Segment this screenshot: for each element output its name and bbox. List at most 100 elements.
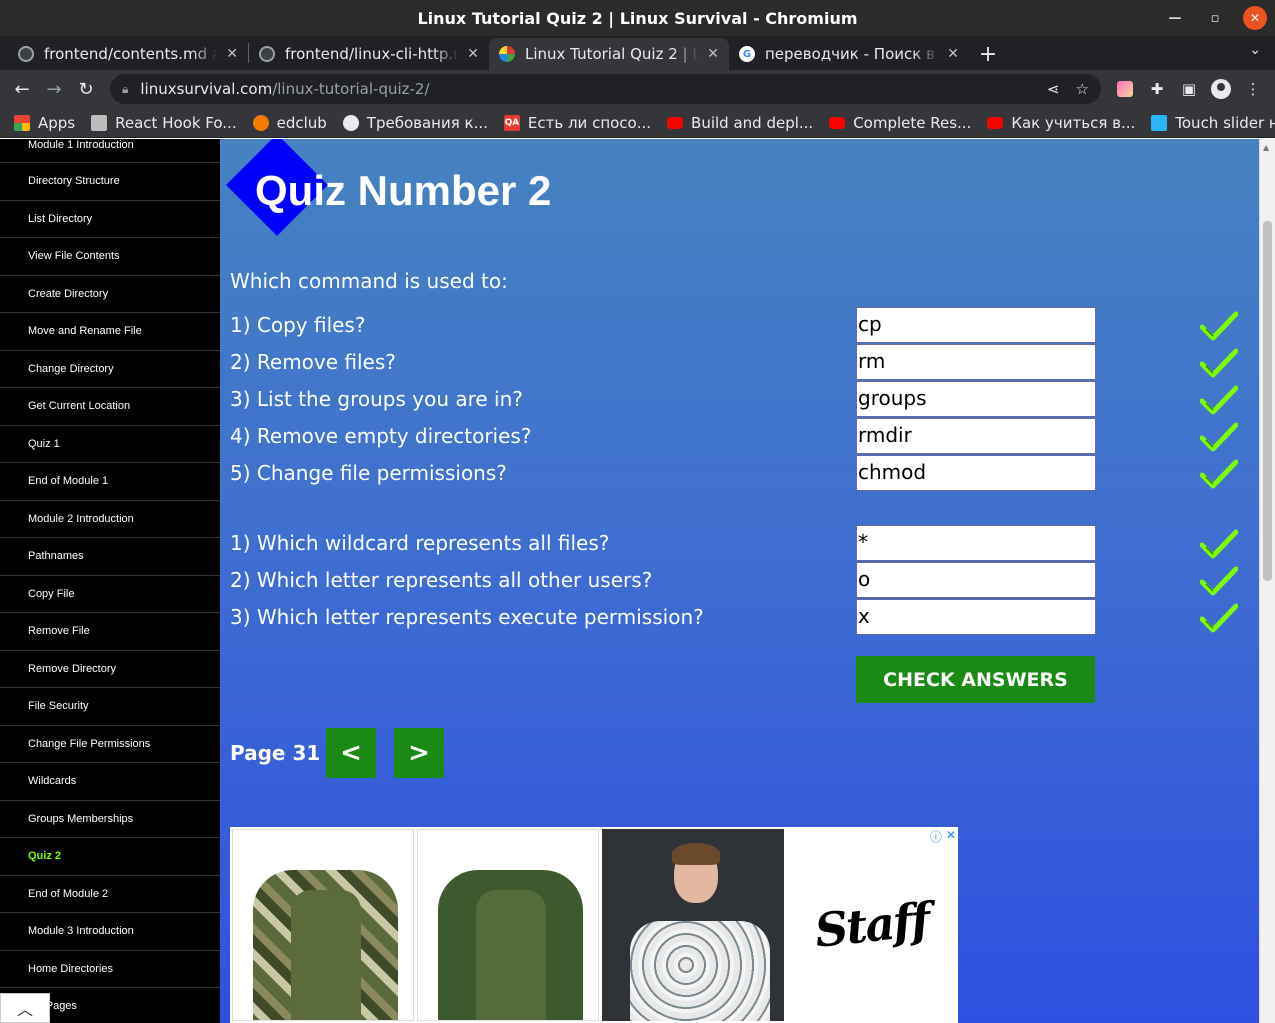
sidebar-item[interactable]: Move and Rename File [0,313,220,351]
page-scrollbar[interactable]: ▲ [1259,139,1275,1023]
answer-input[interactable]: * [856,525,1096,561]
sidebar-item[interactable]: Copy File [0,576,220,613]
question-text: 2) Remove files? [230,350,396,374]
prev-page-button[interactable]: < [326,728,376,778]
correct-checkmark-icon [1199,529,1239,559]
minimize-icon[interactable]: — [1163,6,1187,30]
scroll-to-top-button[interactable]: ︿ [0,993,50,1023]
sidebar-item[interactable]: View File Contents [0,238,220,276]
tab-linux-survival[interactable]: Linux Tutorial Quiz 2 | Linux Survival ✕ [489,38,729,70]
react-hook-form-icon [91,114,108,131]
sidebar-item[interactable]: End of Module 1 [0,463,220,501]
bookmark-how-to-learn[interactable]: Как учиться в... [981,114,1141,132]
answer-input[interactable]: cp [856,307,1096,343]
answer-input[interactable]: groups [856,381,1096,417]
ad-info-icon[interactable]: ⓘ [930,828,942,845]
bookmark-build-deploy[interactable]: Build and depl... [661,114,819,132]
sidebar-item[interactable]: Quiz 2 [0,838,220,876]
sidebar-item[interactable]: Get Current Location [0,388,220,426]
ad-model-photo[interactable] [602,829,784,1021]
answer-input[interactable]: chmod [856,455,1096,491]
google-icon: G [739,46,755,62]
bookmark-star-icon[interactable]: ☆ [1076,80,1089,98]
sidebar-item[interactable]: Remove Directory [0,651,220,688]
maximize-icon[interactable]: ▫ [1203,6,1227,30]
sidebar-item[interactable]: Quiz 1 [0,426,220,463]
sidebar-item[interactable]: Module 3 Introduction [0,913,220,951]
ad-badges: ⓘ ✕ [930,828,956,845]
close-window-icon[interactable]: ✕ [1243,6,1267,30]
sidebar-item[interactable]: List Directory [0,201,220,238]
ad-brand-logo[interactable]: Staff [777,821,965,1023]
profile-avatar[interactable] [1207,75,1235,103]
extension-gradient-icon[interactable] [1111,75,1139,103]
ad-camo-shirt-image[interactable] [232,829,415,1021]
sidebar-item[interactable]: Pathnames [0,538,220,576]
answer-input[interactable]: rm [856,344,1096,380]
scrollbar-thumb[interactable] [1263,221,1272,581]
forward-button[interactable]: → [40,75,68,103]
sidebar-item[interactable]: Module 1 Introduction [0,139,220,163]
sidebar-item[interactable]: Create Directory [0,276,220,313]
advertisement-banner[interactable]: Staff ⓘ ✕ [230,827,958,1023]
address-bar[interactable]: 🔒︎ linuxsurvival.com/linux-tutorial-quiz… [110,74,1101,104]
answer-input[interactable]: rmdir [856,418,1096,454]
extensions-puzzle-icon[interactable]: ✚ [1143,75,1171,103]
globe-icon [342,114,359,131]
window-controls: — ▫ ✕ [1163,6,1267,30]
correct-checkmark-icon [1199,311,1239,341]
sidebar-nav: Module 1 Introduction Directory Structure… [0,139,220,1023]
bookmark-touch-slider[interactable]: Touch slider н... [1145,114,1275,132]
sidebar-item[interactable]: Change File Permissions [0,726,220,763]
sidebar-item[interactable]: File Security [0,688,220,726]
qa-icon: QA [503,114,520,131]
correct-checkmark-icon [1199,566,1239,596]
sidebar-item[interactable]: Change Directory [0,351,220,388]
tab-close-icon[interactable]: ✕ [226,46,238,62]
menu-kebab-icon[interactable]: ⋮ [1239,75,1267,103]
bookmark-complete-res[interactable]: Complete Res... [823,114,977,132]
answer-input[interactable]: o [856,562,1096,598]
back-button[interactable]: ← [8,75,36,103]
bookmark-apps[interactable]: Apps [8,114,81,132]
question-text: 1) Which wildcard represents all files? [230,531,610,555]
share-icon[interactable]: ⋖ [1047,80,1060,98]
answer-input[interactable]: x [856,599,1096,635]
question-row: 1) Copy files? cp [230,307,1240,344]
check-answers-button[interactable]: CHECK ANSWERS [856,656,1095,703]
tab-label: frontend/contents.md at [44,45,219,63]
tab-close-icon[interactable]: ✕ [707,46,719,62]
lock-icon[interactable]: 🔒︎ [122,82,128,97]
sidebar-item[interactable]: End of Module 2 [0,876,220,913]
ad-green-shirt-image[interactable] [417,829,600,1021]
tab-github-contents[interactable]: frontend/contents.md at ✕ [8,38,248,70]
question-text: 3) List the groups you are in? [230,387,523,411]
reload-button[interactable]: ↻ [72,75,100,103]
scroll-up-arrow-icon[interactable]: ▲ [1263,143,1269,152]
bookmark-requirements[interactable]: Требования к... [337,114,494,132]
question-text: 4) Remove empty directories? [230,424,532,448]
side-panel-icon[interactable]: ▣ [1175,75,1203,103]
tab-github-linux-cli[interactable]: frontend/linux-cli-http.m ✕ [249,38,489,70]
window-titlebar: Linux Tutorial Quiz 2 | Linux Survival -… [0,0,1275,36]
sidebar-item[interactable]: Directory Structure [0,163,220,201]
ad-close-icon[interactable]: ✕ [946,828,956,845]
tab-search-chevron-icon[interactable]: ⌄ [1249,42,1261,58]
tab-close-icon[interactable]: ✕ [947,46,959,62]
new-tab-button[interactable]: + [973,38,1003,70]
bookmark-edclub[interactable]: edclub [247,114,333,132]
tab-close-icon[interactable]: ✕ [467,46,479,62]
correct-checkmark-icon [1199,348,1239,378]
bookmark-react-hook-form[interactable]: React Hook Fo... [85,114,242,132]
sidebar-item[interactable]: Home Directories [0,951,220,988]
sidebar-item[interactable]: Wildcards [0,763,220,801]
tab-label: frontend/linux-cli-http.m [285,45,460,63]
next-page-button[interactable]: > [394,728,444,778]
sidebar-item[interactable]: Module 2 Introduction [0,501,220,538]
sidebar-item[interactable]: Groups Memberships [0,801,220,838]
sidebar-item[interactable]: Remove File [0,613,220,651]
tab-google-search[interactable]: G переводчик - Поиск в Google ✕ [729,38,969,70]
bookmark-qa[interactable]: QA Есть ли спосо... [498,114,657,132]
url-text[interactable]: linuxsurvival.com/linux-tutorial-quiz-2/ [140,80,1031,98]
bookmark-label: Требования к... [366,113,488,132]
